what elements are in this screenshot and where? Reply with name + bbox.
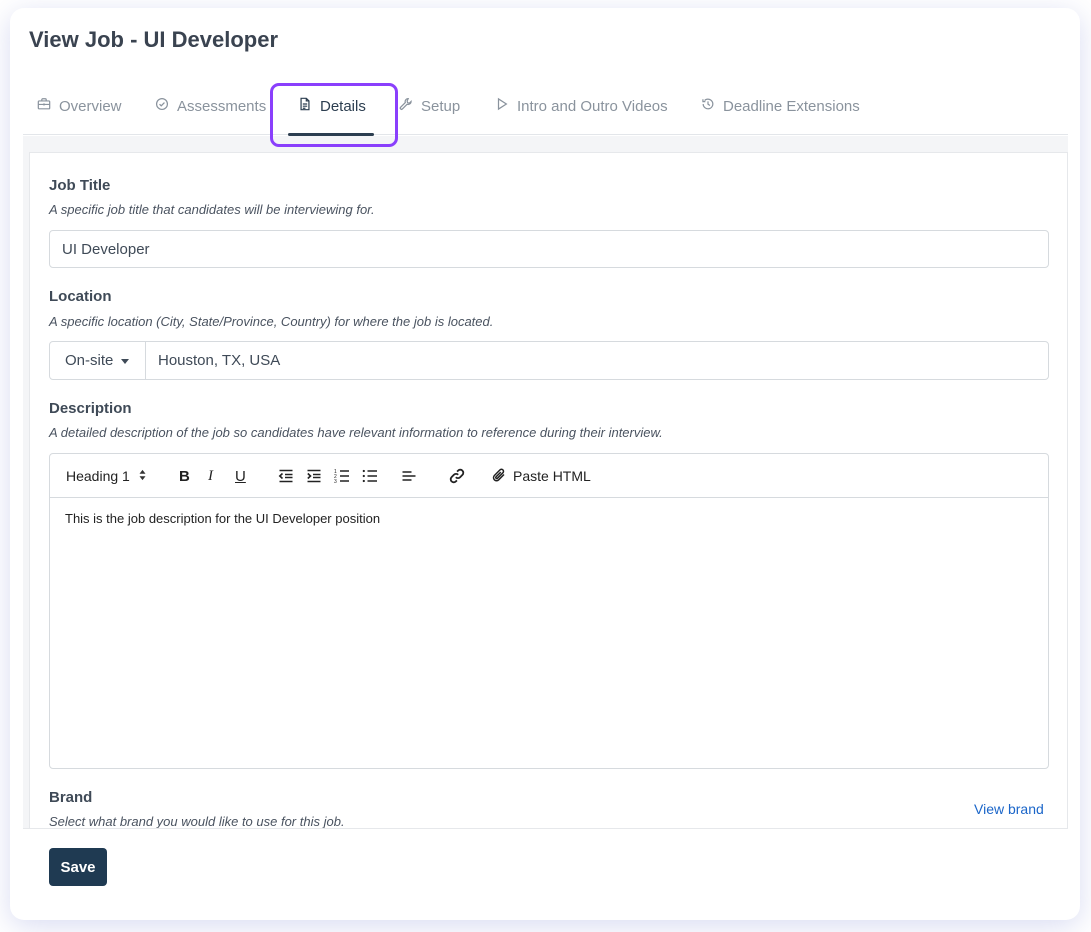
- outdent-icon[interactable]: [278, 454, 294, 498]
- description-editor: Heading 1 B I U 123 Paste HTML This is t…: [49, 453, 1049, 769]
- job-title-input[interactable]: UI Developer: [49, 230, 1049, 268]
- link-icon[interactable]: [449, 454, 465, 498]
- tab-assessments[interactable]: Assessments: [155, 77, 266, 135]
- description-label: Description: [49, 400, 132, 417]
- tab-label: Deadline Extensions: [723, 97, 860, 115]
- underline-icon[interactable]: U: [235, 454, 246, 498]
- editor-content[interactable]: This is the job description for the UI D…: [50, 498, 1048, 539]
- heading-select[interactable]: Heading 1: [66, 454, 147, 498]
- tab-intro-outro-videos[interactable]: Intro and Outro Videos: [495, 77, 668, 135]
- tab-label: Overview: [59, 97, 122, 115]
- location-type-value: On-site: [65, 352, 114, 369]
- location-value: Houston, TX, USA: [158, 352, 281, 369]
- svg-text:3: 3: [334, 479, 337, 484]
- ordered-list-icon[interactable]: 123: [334, 454, 350, 498]
- sort-arrows-icon: [138, 468, 147, 484]
- location-help: A specific location (City, State/Provinc…: [49, 314, 494, 329]
- heading-select-value: Heading 1: [66, 468, 130, 484]
- briefcase-icon: [37, 97, 51, 115]
- italic-icon[interactable]: I: [208, 454, 213, 498]
- details-form: Job Title A specific job title that cand…: [29, 152, 1068, 872]
- location-type-dropdown[interactable]: On-site: [50, 342, 146, 379]
- caret-down-icon: [121, 359, 130, 364]
- tab-label: Details: [320, 97, 366, 115]
- job-title-help: A specific job title that candidates wil…: [49, 202, 375, 217]
- indent-icon[interactable]: [306, 454, 322, 498]
- save-button[interactable]: Save: [49, 848, 107, 886]
- paste-html-label: Paste HTML: [513, 468, 591, 484]
- check-circle-icon: [155, 97, 169, 115]
- paste-html-button[interactable]: Paste HTML: [491, 454, 591, 498]
- wrench-icon: [399, 97, 413, 115]
- location-label: Location: [49, 288, 112, 305]
- form-footer: Save: [23, 828, 1068, 892]
- tab-label: Setup: [421, 97, 461, 115]
- location-input[interactable]: Houston, TX, USA: [146, 342, 1048, 379]
- job-card: View Job - UI Developer Overview Assessm…: [23, 17, 1068, 892]
- tab-label: Assessments: [177, 97, 267, 115]
- tab-label: Intro and Outro Videos: [517, 97, 668, 115]
- editor-toolbar: Heading 1 B I U 123 Paste HTML: [50, 454, 1048, 498]
- brand-help: Select what brand you would like to use …: [49, 814, 345, 829]
- tab-setup[interactable]: Setup: [399, 77, 460, 135]
- align-left-icon[interactable]: [401, 454, 417, 498]
- play-icon: [495, 97, 509, 115]
- tab-overview[interactable]: Overview: [37, 77, 122, 135]
- job-title-value: UI Developer: [62, 240, 150, 258]
- brand-label: Brand: [49, 789, 93, 806]
- paperclip-icon: [491, 467, 507, 486]
- document-icon: [298, 97, 312, 115]
- description-help: A detailed description of the job so can…: [49, 425, 663, 440]
- location-input-group: On-site Houston, TX, USA: [49, 341, 1049, 380]
- view-brand-link[interactable]: View brand: [974, 801, 1044, 817]
- bold-icon[interactable]: B: [179, 454, 190, 498]
- history-icon: [701, 97, 715, 115]
- job-title-label: Job Title: [49, 177, 111, 194]
- tab-bar: Overview Assessments Details Setup Intro…: [23, 77, 1068, 136]
- tab-details[interactable]: Details: [288, 77, 374, 136]
- page-title: View Job - UI Developer: [29, 27, 279, 52]
- tab-deadline-extensions[interactable]: Deadline Extensions: [701, 77, 860, 135]
- content-area: Job Title A specific job title that cand…: [23, 136, 1068, 872]
- bullet-list-icon[interactable]: [362, 454, 378, 498]
